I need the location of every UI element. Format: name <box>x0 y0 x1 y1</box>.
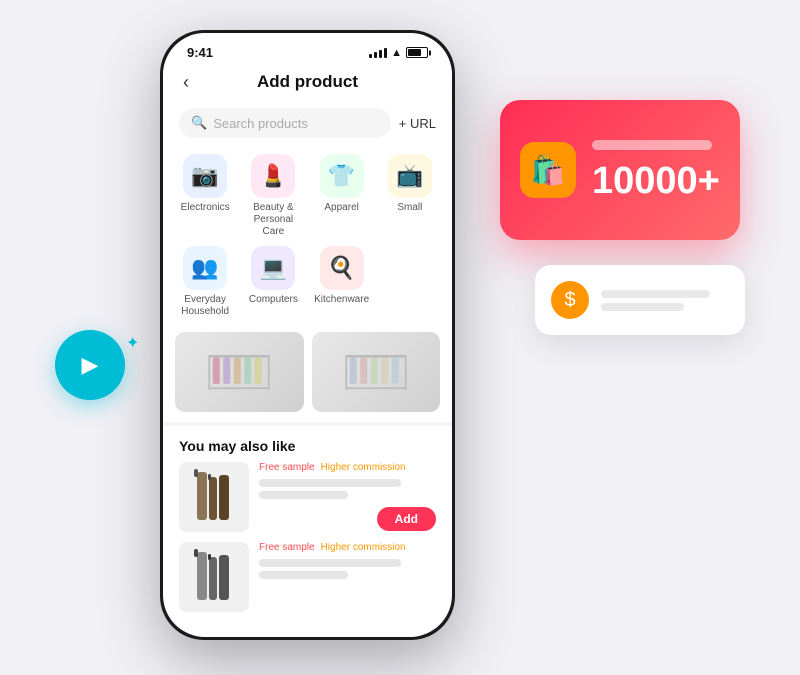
product-card-1[interactable] <box>175 332 304 412</box>
scene: 9:41 ▲ ‹ Add product <box>0 0 800 675</box>
product-image-1 <box>175 332 304 412</box>
higher-commission-tag-1: Higher commission <box>321 462 406 473</box>
apparel-icon: 👕 <box>320 154 364 198</box>
search-icon: 🔍 <box>191 115 207 131</box>
recommendation-section: You may also like Fr <box>163 430 452 637</box>
product-image-2 <box>312 332 441 412</box>
category-apparel[interactable]: 👕 Apparel <box>312 154 372 238</box>
rec-price-bar-2 <box>259 571 348 579</box>
status-icons: ▲ <box>369 47 428 59</box>
rec-item-1: Free sample Higher commission Add <box>179 462 436 532</box>
rec-product-image-2[interactable] <box>179 542 249 612</box>
promo-card: 🛍️ 10000+ <box>500 100 740 240</box>
rec-info-2: Free sample Higher commission <box>259 542 436 587</box>
status-time: 9:41 <box>187 45 213 60</box>
info-card: $ <box>535 265 745 335</box>
higher-commission-tag-2: Higher commission <box>321 542 406 553</box>
rec-info-1: Free sample Higher commission Add <box>259 462 436 531</box>
status-bar: 9:41 ▲ <box>163 33 452 64</box>
info-line-2 <box>601 303 684 311</box>
categories-grid: 📷 Electronics 💄 Beauty &Personal Care 👕 … <box>163 146 452 326</box>
household-icon: 👥 <box>183 246 227 290</box>
app-header: ‹ Add product <box>163 64 452 100</box>
page-title: Add product <box>257 72 358 92</box>
computers-icon: 💻 <box>251 246 295 290</box>
video-play-button[interactable] <box>55 330 125 400</box>
phone-screen: 9:41 ▲ ‹ Add product <box>163 33 452 637</box>
beauty-label: Beauty &Personal Care <box>243 202 303 238</box>
free-sample-tag-2: Free sample <box>259 542 315 553</box>
sparkle-dots: ✦ <box>126 333 139 353</box>
free-sample-tag-1: Free sample <box>259 462 315 473</box>
back-button[interactable]: ‹ <box>183 72 189 93</box>
recommendation-title: You may also like <box>179 438 436 454</box>
kitchenware-label: Kitchenware <box>314 294 369 306</box>
small-label: Small <box>397 202 422 214</box>
rec-product-image-1[interactable] <box>179 462 249 532</box>
info-line-1 <box>601 290 710 298</box>
electronics-icon: 📷 <box>183 154 227 198</box>
computers-label: Computers <box>249 294 298 306</box>
promo-content: 10000+ <box>592 140 720 200</box>
search-section: 🔍 Search products + URL <box>163 100 452 146</box>
household-label: EverydayHousehold <box>181 294 229 318</box>
product-bottle-svg-2 <box>189 547 239 607</box>
add-button-1[interactable]: Add <box>377 507 436 531</box>
kitchenware-icon: 🍳 <box>320 246 364 290</box>
promo-number: 10000+ <box>592 162 720 200</box>
wifi-icon: ▲ <box>391 47 402 59</box>
category-household[interactable]: 👥 EverydayHousehold <box>175 246 235 318</box>
category-computers[interactable]: 💻 Computers <box>243 246 303 318</box>
clothes-rack-svg-2 <box>341 347 411 397</box>
section-divider <box>163 422 452 426</box>
rec-tags-2: Free sample Higher commission <box>259 542 436 553</box>
category-kitchenware[interactable]: 🍳 Kitchenware <box>312 246 372 318</box>
search-box[interactable]: 🔍 Search products <box>179 108 391 138</box>
product-bottle-svg <box>189 467 239 527</box>
apparel-label: Apparel <box>324 202 358 214</box>
promo-bar <box>592 140 712 150</box>
dollar-icon: $ <box>551 281 589 319</box>
beauty-icon: 💄 <box>251 154 295 198</box>
clothes-rack-svg-1 <box>204 347 274 397</box>
category-beauty[interactable]: 💄 Beauty &Personal Care <box>243 154 303 238</box>
rec-tags-1: Free sample Higher commission <box>259 462 436 473</box>
shopping-bag-icon: 🛍️ <box>520 142 576 198</box>
small-icon: 📺 <box>388 154 432 198</box>
product-grid <box>163 326 452 418</box>
phone-frame: 9:41 ▲ ‹ Add product <box>160 30 455 640</box>
rec-price-bar-1 <box>259 491 348 499</box>
product-card-2[interactable] <box>312 332 441 412</box>
rec-name-bar-1 <box>259 479 401 487</box>
battery-icon <box>406 47 428 58</box>
info-lines <box>601 290 729 311</box>
search-placeholder: Search products <box>213 116 308 131</box>
category-electronics[interactable]: 📷 Electronics <box>175 154 235 238</box>
url-button[interactable]: + URL <box>399 116 436 131</box>
rec-item-2: Free sample Higher commission <box>179 542 436 612</box>
rec-name-bar-2 <box>259 559 401 567</box>
category-small[interactable]: 📺 Small <box>380 154 440 238</box>
signal-icon <box>369 48 387 58</box>
electronics-label: Electronics <box>181 202 230 214</box>
